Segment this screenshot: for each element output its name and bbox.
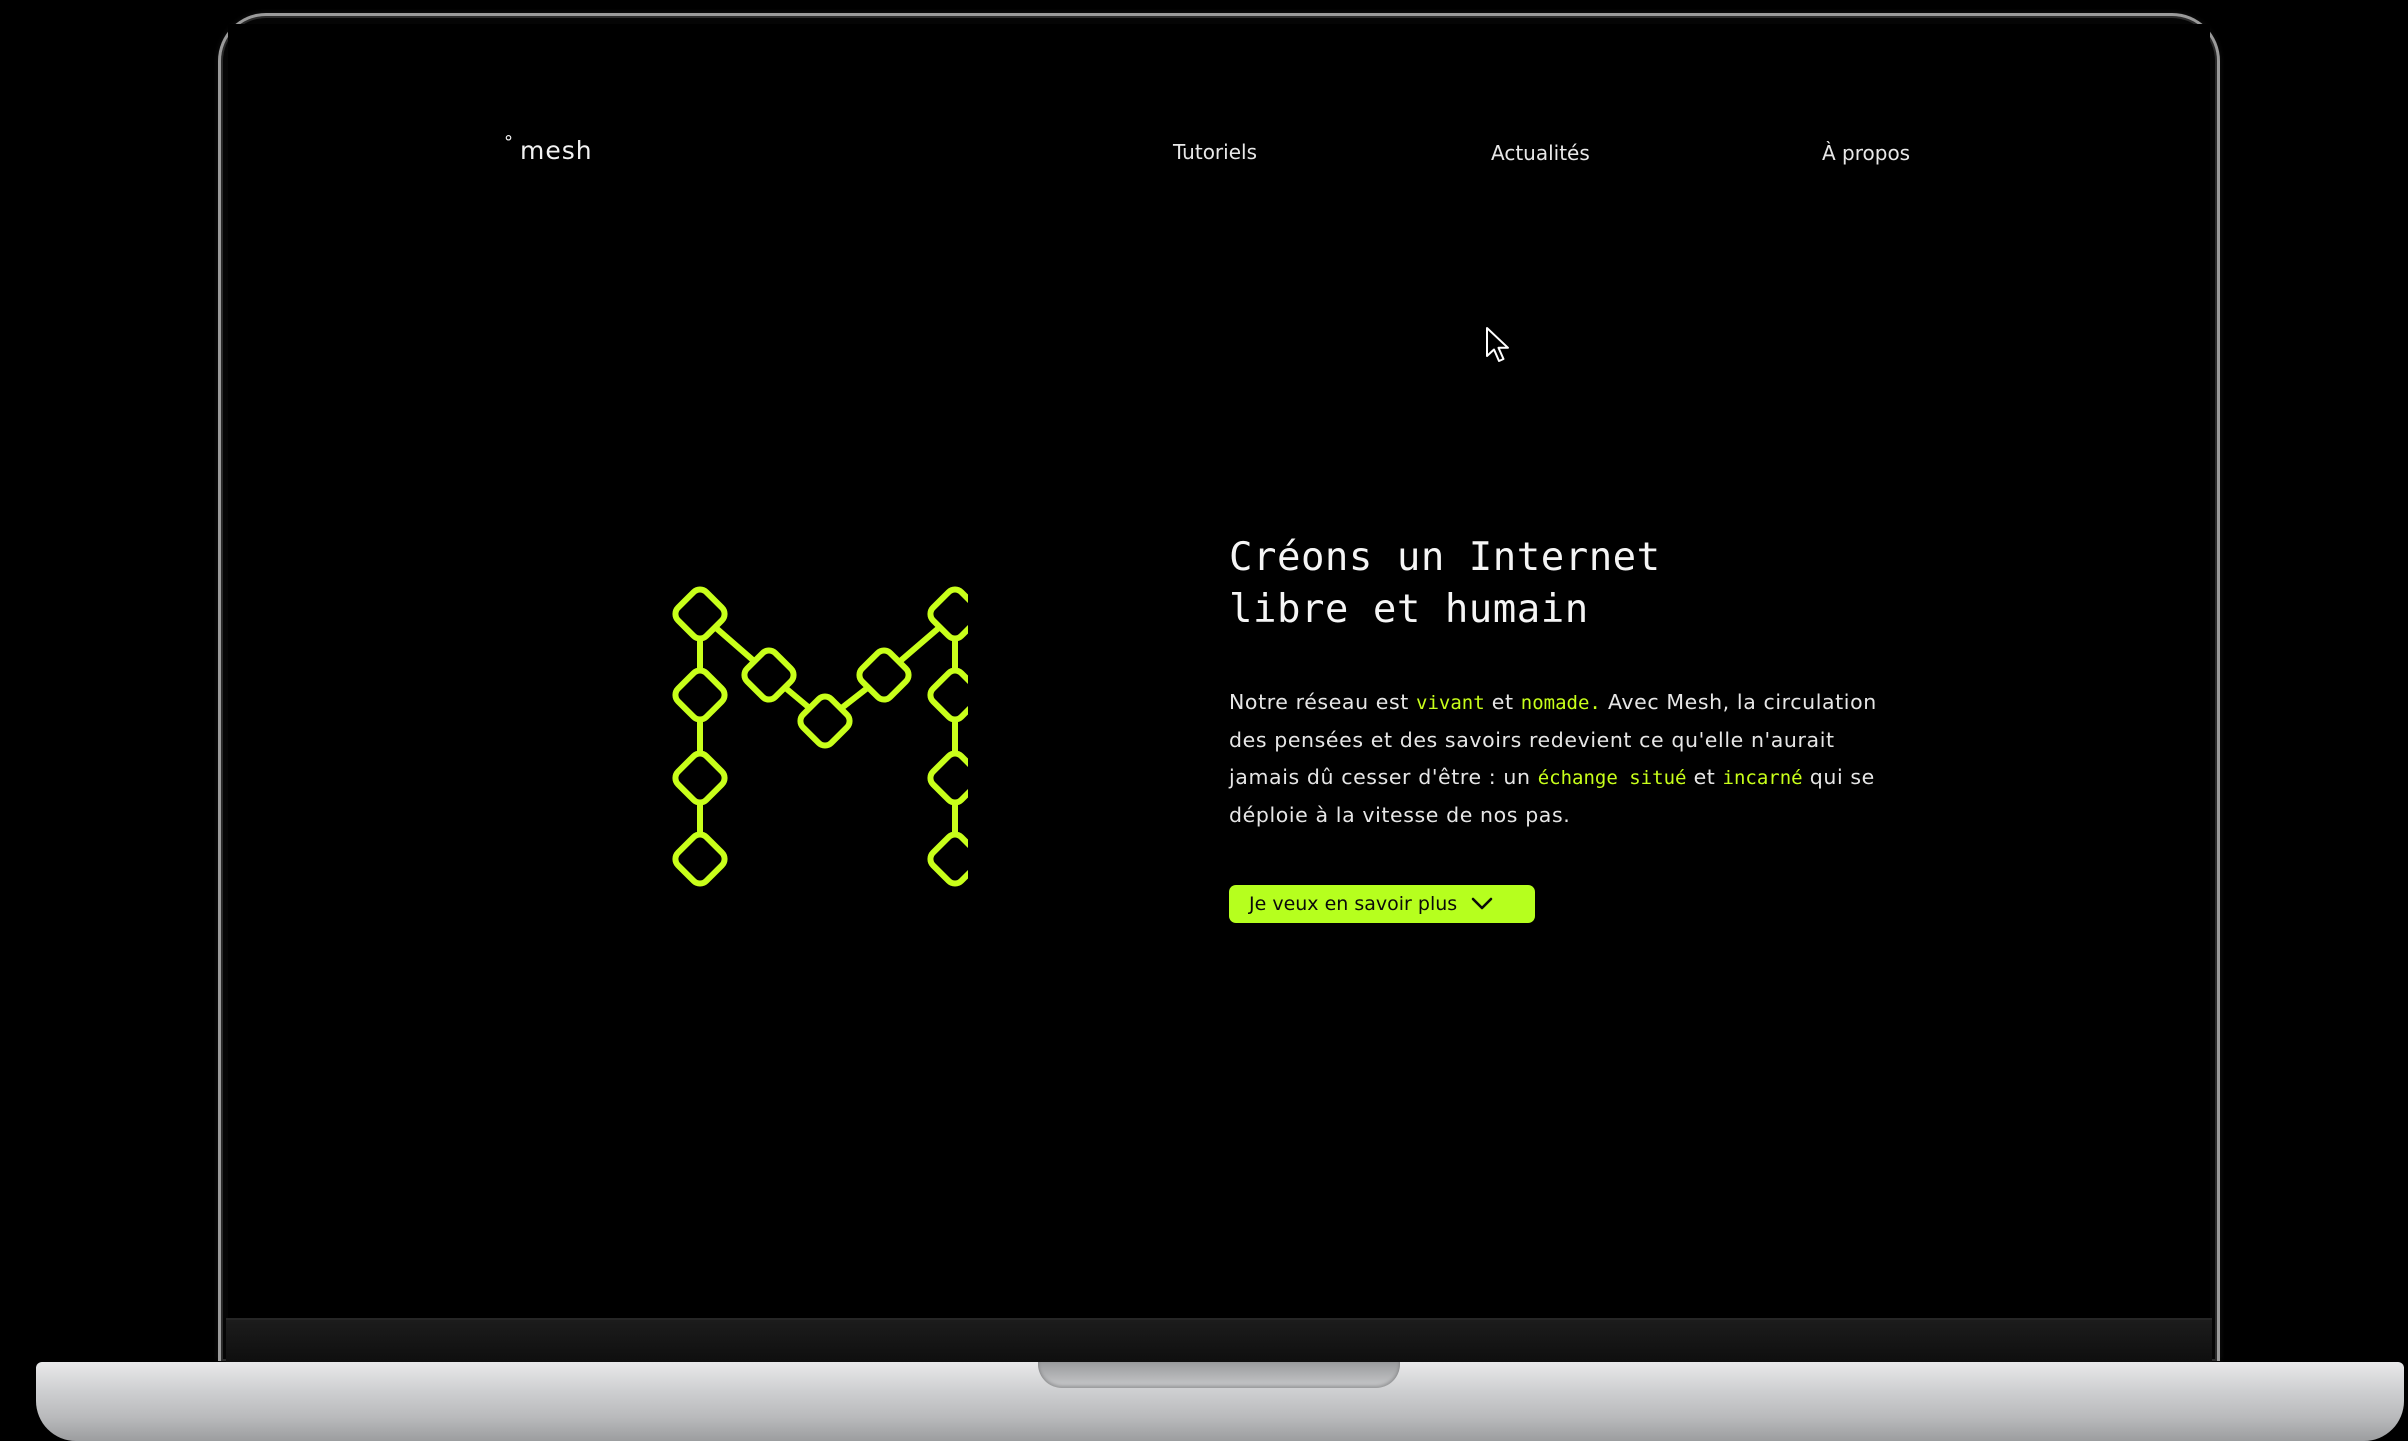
hero-description: Notre réseau est vivant et nomade. Avec … bbox=[1229, 684, 1909, 834]
logo-mark: ° bbox=[504, 132, 514, 153]
screen-bottom-bezel bbox=[226, 1318, 2212, 1364]
nav-a-propos[interactable]: À propos bbox=[1822, 141, 1910, 165]
highlight-nomade: nomade. bbox=[1520, 692, 1601, 714]
hero-title: Créons un Internet libre et humain bbox=[1229, 532, 1929, 636]
nav-tutoriels[interactable]: Tutoriels bbox=[1173, 140, 1257, 164]
laptop-opening-notch bbox=[1038, 1362, 1400, 1388]
hero-text-part: et bbox=[1484, 690, 1521, 714]
learn-more-label: Je veux en savoir plus bbox=[1249, 893, 1458, 915]
logo-text: mesh bbox=[520, 136, 593, 165]
mouse-pointer-icon bbox=[1486, 327, 1509, 362]
screen: ° mesh Tutoriels Actualités À propos Cré… bbox=[228, 24, 2210, 1318]
mesh-m-network-icon bbox=[672, 586, 968, 887]
highlight-echange-situe: échange situé bbox=[1537, 767, 1687, 789]
chevron-down-icon bbox=[1471, 897, 1493, 910]
hero-title-line-1: Créons un Internet bbox=[1229, 535, 1661, 580]
hero-text-part: Notre réseau est bbox=[1229, 690, 1417, 714]
laptop-mockup: ° mesh Tutoriels Actualités À propos Cré… bbox=[0, 0, 2408, 1441]
site-logo[interactable]: ° mesh bbox=[504, 132, 593, 166]
nav-actualites[interactable]: Actualités bbox=[1491, 141, 1590, 165]
hero-title-line-2: libre et humain bbox=[1229, 587, 1589, 632]
highlight-vivant: vivant bbox=[1416, 692, 1485, 714]
learn-more-button[interactable]: Je veux en savoir plus bbox=[1229, 885, 1535, 923]
hero-text-part: et bbox=[1686, 765, 1723, 789]
highlight-incarne: incarné bbox=[1722, 767, 1803, 789]
